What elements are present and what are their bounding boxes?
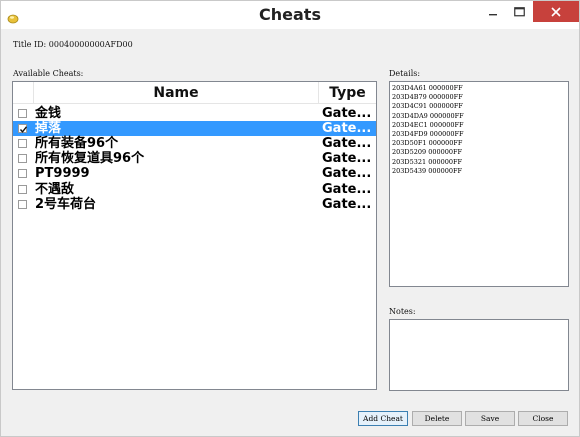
details-lines: 203D4A61 000000FF 203D4B79 000000FF 203D4C… [392,84,566,176]
detail-line: 203D4C91 000000FF [392,102,463,111]
detail-line: 203D50F1 000000FF [392,139,463,148]
minimize-icon [488,13,497,15]
details-label: Details: [389,69,421,78]
cheat-checkbox[interactable] [18,109,27,118]
available-cheats-label: Available Cheats: [13,69,84,78]
save-button[interactable]: Save [465,411,515,426]
maximize-button[interactable] [506,1,533,22]
delete-button[interactable]: Delete [412,411,462,426]
list-header: Name Type [13,82,376,104]
title-id-label: Title ID: 00040000000AFD00 [13,40,133,49]
cheat-checkbox[interactable] [18,154,27,164]
notes-textarea[interactable] [389,319,569,391]
cheat-row[interactable]: 所有恢复道具96个 Gate... [13,151,376,166]
column-header-type[interactable]: Type [319,82,376,104]
detail-line: 203D4B79 000000FF [392,93,463,102]
detail-line: 203D4DA9 000000FF [392,111,464,120]
checkmark-icon [19,126,28,133]
cheat-row[interactable]: 金钱 Gate... [13,106,376,121]
cheat-type: Gate... [322,196,372,212]
cheat-checkbox[interactable] [18,139,27,149]
cheat-checkbox[interactable] [18,169,27,179]
cheat-row[interactable]: PT9999 Gate... [13,166,376,181]
cheats-list[interactable]: Name Type 金钱 Gate... 掉落 Gate... 所有装备96个 Gate.… [12,81,377,390]
column-header-name[interactable]: Name [33,82,319,104]
detail-line: 203D4EC1 000000FF [392,120,464,129]
detail-line: 203D4A61 000000FF [392,84,463,92]
details-box[interactable]: 203D4A61 000000FF 203D4B79 000000FF 203D4C… [389,81,569,287]
notes-label: Notes: [389,307,416,316]
add-cheat-button[interactable]: Add Cheat [358,411,408,426]
minimize-button[interactable] [479,1,506,22]
maximize-icon [514,6,525,16]
dialog-body: Title ID: 00040000000AFD00 Available Che… [1,29,579,436]
cheat-row[interactable]: 所有装备96个 Gate... [13,136,376,151]
cheat-name: 2号车荷台 [35,196,97,212]
detail-line: 203D5321 000000FF [392,157,463,166]
cheat-row[interactable]: 掉落 Gate... [13,121,376,137]
detail-line: 203D5439 000000FF [392,166,463,175]
cheat-checkbox[interactable] [18,184,27,194]
cheat-row[interactable]: 不遇敌 Gate... [13,182,376,197]
close-icon [551,6,561,17]
cheat-checkbox[interactable] [18,124,28,134]
close-window-button[interactable] [533,1,579,22]
detail-line: 203D5209 000000FF [392,148,463,157]
title-bar[interactable]: Cheats [1,1,579,29]
close-button[interactable]: Close [518,411,568,426]
cheat-checkbox[interactable] [18,199,27,209]
cheat-row[interactable]: 2号车荷台 Gate... [13,197,376,212]
detail-line: 203D4FD9 000000FF [392,130,464,139]
cheats-window: Cheats Title ID: 00040000000AFD00 Availa… [0,0,580,437]
